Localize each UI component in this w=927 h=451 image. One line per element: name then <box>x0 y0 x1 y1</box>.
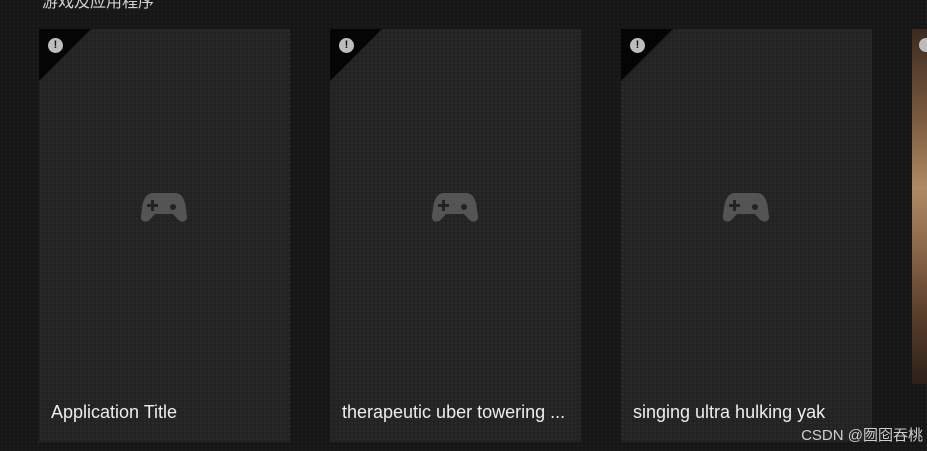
alert-icon: ! <box>630 38 645 53</box>
game-card[interactable]: ! Application Title <box>39 29 290 442</box>
section-title: 游戏及应用程序 <box>42 0 155 11</box>
alert-icon: ! <box>339 38 354 53</box>
library-page: 游戏及应用程序 ! Application Title ! therapeuti… <box>0 0 927 451</box>
alert-icon <box>919 38 927 52</box>
game-card-partial[interactable] <box>912 29 927 384</box>
card-title: singing ultra hulking yak <box>633 402 826 422</box>
card-title: Application Title <box>51 402 178 422</box>
alert-icon: ! <box>48 38 63 53</box>
gamepad-icon <box>140 193 188 222</box>
game-card[interactable]: ! singing ultra hulking yak <box>621 29 872 442</box>
gamepad-icon <box>722 193 770 222</box>
card-title: therapeutic uber towering ... <box>342 402 566 422</box>
card-corner-badge <box>621 29 673 81</box>
gamepad-icon <box>431 193 479 222</box>
card-corner-badge <box>330 29 382 81</box>
game-card[interactable]: ! therapeutic uber towering ... <box>330 29 581 442</box>
card-corner-badge <box>39 29 91 81</box>
watermark: CSDN @囫囵吞桃 <box>801 427 923 444</box>
